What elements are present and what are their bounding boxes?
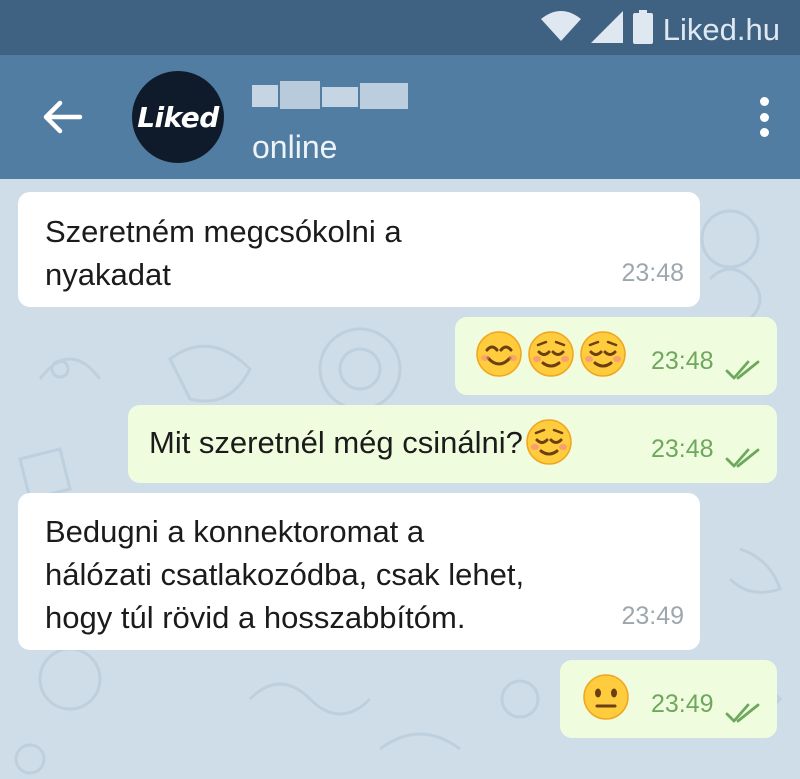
more-vert-icon[interactable]: [758, 97, 770, 137]
read-checkmarks-icon: [725, 703, 760, 723]
message-time: 23:49: [651, 690, 714, 718]
message-incoming[interactable]: Bedugni a konnektoromat a hálózati csatl…: [18, 493, 700, 650]
contact-status: online: [252, 129, 338, 165]
message-text: Bedugni a konnektoromat a hálózati csatl…: [45, 514, 525, 635]
relieved-face-icon: [580, 331, 626, 377]
relieved-face-icon: [528, 331, 574, 377]
avatar-logo-text: Liked: [137, 100, 219, 134]
wifi-icon: [540, 11, 581, 48]
neutral-face-icon: [583, 674, 629, 720]
avatar[interactable]: Liked: [132, 71, 224, 163]
message-outgoing[interactable]: 23:48: [455, 317, 777, 395]
message-outgoing[interactable]: Mit szeretnél még csinálni? 23:48: [128, 405, 777, 483]
status-icons: Liked.hu: [540, 10, 780, 49]
message-time: 23:49: [621, 602, 684, 630]
relieved-face-icon: [526, 419, 572, 465]
carrier-watermark: Liked.hu: [662, 11, 780, 47]
back-arrow-icon[interactable]: [40, 95, 84, 139]
message-content: Mit szeretnél még csinálni?: [149, 418, 573, 466]
status-bar: Liked.hu: [0, 0, 800, 55]
message-time: 23:48: [651, 435, 714, 463]
battery-icon: [632, 10, 653, 49]
message-time: 23:48: [651, 347, 714, 375]
smiling-face-icon: [476, 331, 522, 377]
signal-icon: [590, 11, 623, 48]
chat-header: Liked online: [0, 55, 800, 179]
message-text: Mit szeretnél még csinálni?: [149, 424, 523, 460]
message-time: 23:48: [621, 259, 684, 287]
message-outgoing[interactable]: 23:49: [560, 660, 777, 738]
message-list[interactable]: Szeretném megcsókolni a nyakadat 23:48 2…: [0, 179, 800, 779]
read-checkmarks-icon: [725, 448, 760, 468]
message-incoming[interactable]: Szeretném megcsókolni a nyakadat 23:48: [18, 192, 700, 307]
contact-name-redacted[interactable]: [252, 81, 412, 111]
read-checkmarks-icon: [725, 360, 760, 380]
message-text: Szeretném megcsókolni a nyakadat: [45, 214, 402, 292]
emoji-row: [475, 330, 627, 378]
